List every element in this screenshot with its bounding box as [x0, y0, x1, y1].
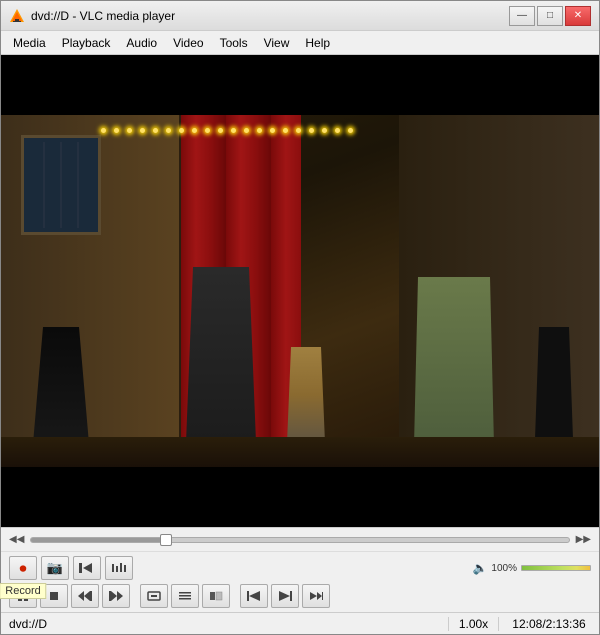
status-bar: dvd://D 1.00x 12:08/2:13:36 — [1, 612, 599, 634]
menu-item-view[interactable]: View — [256, 31, 298, 54]
vlc-window: dvd://D - VLC media player — □ ✕ Media P… — [0, 0, 600, 635]
prev-button[interactable] — [71, 584, 99, 608]
window-controls: — □ ✕ — [509, 6, 591, 26]
ground — [1, 437, 599, 467]
record-icon: ⏺ — [20, 560, 27, 577]
extended-button[interactable] — [202, 584, 230, 608]
string-lights — [101, 120, 449, 140]
stop-button[interactable] — [40, 584, 68, 608]
close-button[interactable]: ✕ — [565, 6, 591, 26]
window-title: dvd://D - VLC media player — [31, 9, 509, 23]
volume-area: 🔈 100% — [472, 561, 591, 575]
equalizer-button[interactable] — [105, 556, 133, 580]
next-button[interactable] — [102, 584, 130, 608]
status-speed: 1.00x — [449, 617, 499, 631]
webcam-icon: 📷 — [47, 560, 63, 576]
bg-building — [1, 115, 181, 467]
frame-button[interactable] — [302, 584, 330, 608]
aspect-button[interactable] — [140, 584, 168, 608]
chapter-forward-icon — [278, 590, 292, 602]
title-bar: dvd://D - VLC media player — □ ✕ — [1, 1, 599, 31]
record-button[interactable]: ⏺ Record — [9, 556, 37, 580]
seek-bar[interactable] — [30, 537, 569, 543]
chapter-forward-button[interactable] — [271, 584, 299, 608]
stop-icon — [47, 590, 61, 602]
status-path: dvd://D — [1, 617, 449, 631]
chapter-prev-button[interactable] — [73, 556, 101, 580]
menu-item-video[interactable]: Video — [165, 31, 211, 54]
letterbox-top — [1, 55, 599, 115]
menu-bar: Media Playback Audio Video Tools View He… — [1, 31, 599, 55]
playlist-icon — [178, 590, 192, 602]
controls-row2 — [9, 584, 591, 608]
controls-area: ⏺ Record 📷 — [1, 551, 599, 612]
vlc-icon — [9, 8, 25, 24]
progress-fill — [31, 538, 165, 542]
chapter-back-button[interactable] — [240, 584, 268, 608]
snapshot-button[interactable]: 📷 — [41, 556, 69, 580]
menu-item-audio[interactable]: Audio — [118, 31, 165, 54]
seek-forward-button[interactable]: ▶▶ — [576, 534, 591, 545]
aspect-icon — [147, 590, 161, 602]
letterbox-bottom — [1, 467, 599, 527]
pause-button[interactable] — [9, 584, 37, 608]
volume-bar[interactable] — [521, 565, 591, 571]
status-time: 12:08/2:13:36 — [499, 617, 599, 631]
chapter-back-icon — [247, 590, 261, 602]
pause-icon — [16, 590, 30, 602]
progress-area: ◀◀ ▶▶ — [1, 527, 599, 551]
menu-item-media[interactable]: Media — [5, 31, 54, 54]
volume-icon: 🔈 — [472, 561, 487, 575]
playlist-button[interactable] — [171, 584, 199, 608]
frame-icon — [309, 590, 323, 602]
minimize-button[interactable]: — — [509, 6, 535, 26]
menu-item-tools[interactable]: Tools — [212, 31, 256, 54]
video-area[interactable] — [1, 55, 599, 527]
menu-item-playback[interactable]: Playback — [54, 31, 119, 54]
bg-window — [21, 135, 101, 235]
chapter-prev-icon — [79, 562, 95, 574]
extended-icon — [209, 590, 223, 602]
eq-icon — [111, 562, 127, 574]
seek-back-button[interactable]: ◀◀ — [9, 534, 24, 545]
movie-scene — [1, 55, 599, 527]
progress-thumb[interactable] — [160, 534, 172, 546]
prev-icon — [78, 590, 92, 602]
volume-percent: 100% — [491, 563, 517, 574]
controls-row1: ⏺ Record 📷 — [9, 556, 591, 580]
scene-content — [1, 115, 599, 467]
menu-item-help[interactable]: Help — [297, 31, 338, 54]
next-icon — [109, 590, 123, 602]
maximize-button[interactable]: □ — [537, 6, 563, 26]
